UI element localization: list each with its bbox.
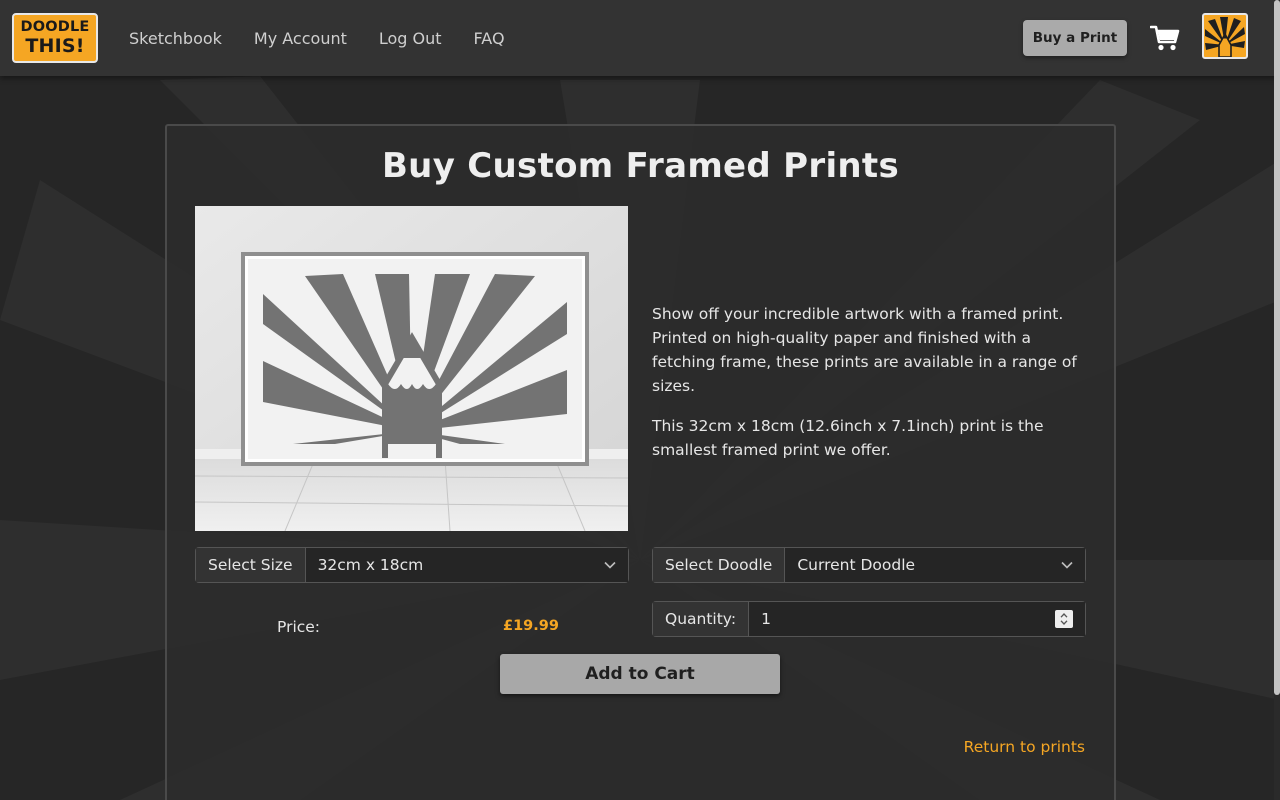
doodle-select-label: Select Doodle: [653, 548, 786, 582]
page-scrollbar[interactable]: [1274, 0, 1280, 800]
logo-line2: THIS!: [25, 34, 85, 57]
quantity-label: Quantity:: [653, 602, 750, 636]
shopping-cart-icon[interactable]: [1150, 24, 1180, 52]
nav-my-account[interactable]: My Account: [238, 29, 363, 48]
top-navbar: DOODLE THIS! Sketchbook My Account Log O…: [0, 0, 1280, 76]
quantity-field[interactable]: Quantity: 1: [652, 601, 1086, 637]
buy-a-print-button[interactable]: Buy a Print: [1023, 20, 1127, 56]
framed-print-preview-image: [195, 206, 628, 531]
price-value: £19.99: [503, 618, 559, 634]
nav-faq[interactable]: FAQ: [458, 29, 521, 48]
description-paragraph-1: Show off your incredible artwork with a …: [652, 305, 1077, 395]
scrollbar-thumb[interactable]: [1274, 0, 1280, 695]
user-avatar[interactable]: [1202, 13, 1248, 59]
main-nav: Sketchbook My Account Log Out FAQ: [113, 0, 521, 76]
return-to-prints-link[interactable]: Return to prints: [919, 738, 1085, 756]
framed-print-mockup: [195, 206, 628, 531]
doodle-select-value: Current Doodle: [797, 556, 916, 574]
product-description: Show off your incredible artwork with a …: [652, 302, 1092, 478]
quantity-value: 1: [761, 610, 771, 628]
page-title: Buy Custom Framed Prints: [381, 146, 900, 186]
chevron-down-icon: [1061, 561, 1073, 569]
quantity-input[interactable]: 1: [749, 602, 1085, 636]
quantity-stepper[interactable]: [1055, 610, 1073, 628]
nav-log-out[interactable]: Log Out: [363, 29, 458, 48]
size-select-value: 32cm x 18cm: [317, 556, 424, 574]
price-label: Price:: [277, 618, 321, 636]
purchase-card: Buy Custom Framed Prints Show off your i…: [165, 124, 1116, 800]
doodle-this-logo[interactable]: DOODLE THIS!: [12, 13, 98, 63]
description-paragraph-2: This 32cm x 18cm (12.6inch x 7.1inch) pr…: [652, 417, 1044, 459]
pencil-sunburst-icon: [1205, 17, 1245, 57]
chevron-up-icon[interactable]: [1060, 613, 1068, 618]
doodle-select-dropdown[interactable]: Current Doodle: [785, 548, 1085, 582]
doodle-select[interactable]: Select Doodle Current Doodle: [652, 547, 1086, 583]
logo-line1: DOODLE: [20, 19, 90, 36]
size-select-dropdown[interactable]: 32cm x 18cm: [305, 548, 628, 582]
size-select[interactable]: Select Size 32cm x 18cm: [195, 547, 629, 583]
size-select-label: Select Size: [196, 548, 306, 582]
add-to-cart-button[interactable]: Add to Cart: [500, 654, 780, 694]
chevron-down-icon[interactable]: [1060, 620, 1068, 625]
nav-sketchbook[interactable]: Sketchbook: [113, 29, 238, 48]
chevron-down-icon: [604, 561, 616, 569]
